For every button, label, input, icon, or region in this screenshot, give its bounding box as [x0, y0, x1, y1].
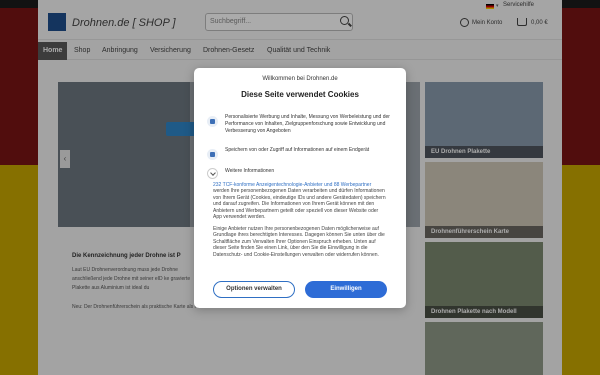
dialog-title: Willkommen bei Drohnen.de: [262, 76, 338, 82]
legitimate-interest-text: Einige Anbieter nutzen Ihre personenbezo…: [213, 226, 385, 258]
vendors-link[interactable]: 232 TCF-konforme Anzeigentechnologie-Anb…: [213, 182, 371, 188]
more-info-label[interactable]: Weitere Informationen: [225, 168, 393, 175]
consent-details-text: werden Ihre personenbezogenen Daten vera…: [213, 188, 386, 221]
accept-button[interactable]: Einwilligen: [305, 281, 387, 298]
chevron-down-icon[interactable]: [207, 168, 218, 179]
consent-details: 232 TCF-konforme Anzeigentechnologie-Anb…: [213, 182, 387, 220]
cookie-consent-dialog: Willkommen bei Drohnen.de Diese Seite ve…: [194, 68, 406, 308]
manage-options-button[interactable]: Optionen verwalten: [213, 281, 295, 298]
person-icon: [207, 116, 218, 127]
purpose-text: Speichern von oder Zugriff auf Informati…: [225, 147, 370, 153]
purpose-text: Personalisierte Werbung und Inhalte, Mes…: [225, 114, 390, 134]
dialog-heading: Diese Seite verwendet Cookies: [241, 90, 359, 99]
device-icon: [207, 149, 218, 160]
